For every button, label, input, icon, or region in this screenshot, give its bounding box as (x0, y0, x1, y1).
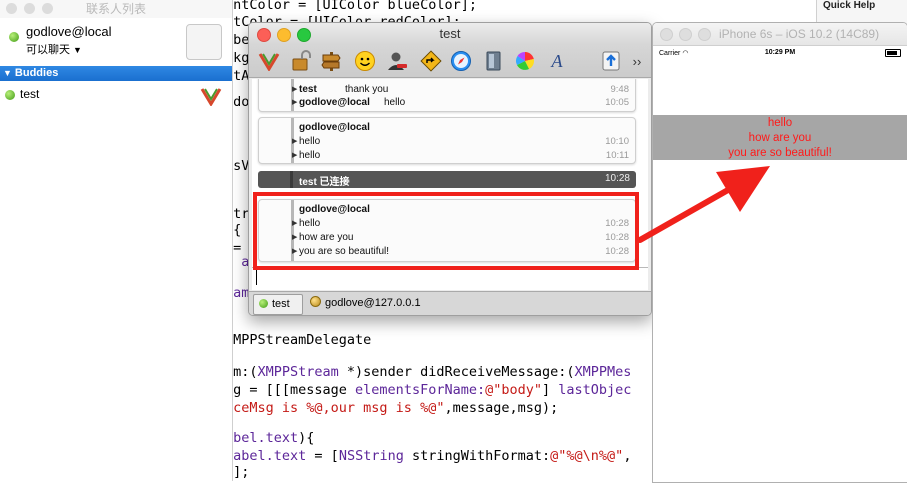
battery-icon (885, 49, 901, 57)
message-bubble: ▶ test thank you 9:48 ▶ godlove@local he… (258, 79, 636, 112)
minimize-button[interactable] (679, 28, 692, 41)
system-message-text: test 已连接 (299, 177, 350, 188)
code-line[interactable]: mbe (232, 31, 249, 49)
code-line[interactable]: intColor = [UIColor blueColor]; (232, 0, 477, 14)
simulator-titlebar[interactable]: iPhone 6s – iOS 10.2 (14C89) (653, 23, 907, 46)
window-close-button[interactable] (6, 3, 17, 14)
code-line[interactable]: sg = [[[message elementsForName:@"body"]… (232, 381, 631, 399)
available-status-icon (5, 90, 15, 100)
adium-logo-icon (200, 88, 222, 106)
font-icon[interactable]: A (545, 49, 569, 73)
message-text: hello (384, 97, 406, 108)
directions-icon[interactable] (419, 49, 443, 73)
block-user-icon[interactable] (385, 49, 409, 73)
message-text: hello (299, 150, 321, 161)
disclosure-triangle-icon: ▶ (292, 138, 298, 145)
code-line[interactable]: ckg (232, 49, 249, 67)
lock-icon[interactable] (289, 49, 313, 73)
chat-tab-bar: test godlove@127.0.0.1 (249, 291, 651, 315)
code-line[interactable]: ssV (232, 157, 249, 175)
avatar[interactable] (186, 24, 222, 60)
label-line: you are so beautiful! (728, 147, 832, 159)
code-line[interactable]: m a (232, 253, 249, 271)
highlight-rectangle (253, 192, 639, 270)
message-sender: godlove@local (299, 122, 370, 133)
account-status-selector[interactable]: 可以聊天 ▼ (26, 41, 82, 57)
code-line[interactable]: rceMsg is %@,our msg is %@",message,msg)… (232, 399, 558, 417)
chat-title: test (439, 26, 461, 41)
buddies-group-header[interactable]: ▼ Buddies (0, 66, 232, 81)
message-time: 9:48 (610, 84, 630, 95)
contact-list-window: 联系人列表 godlove@local 可以聊天 ▼ ▼ Buddies test (0, 0, 233, 481)
send-file-icon[interactable] (599, 49, 623, 73)
window-icon[interactable] (481, 49, 505, 73)
message-sender: test (299, 84, 317, 95)
message-time: 10:11 (605, 150, 629, 161)
code-line[interactable]: abel.text){ (232, 429, 314, 447)
message-time: 10:05 (605, 97, 629, 108)
disclosure-triangle-icon: ▶ (292, 99, 298, 106)
buddy-name: test (20, 87, 40, 101)
signpost-icon[interactable] (319, 49, 343, 73)
chat-bubble-icon (310, 296, 321, 307)
code-line[interactable]: xtA (232, 67, 249, 85)
code-line[interactable]: l]; (232, 463, 249, 481)
account-status-label: 可以聊天 (26, 44, 70, 56)
quick-help-title: Quick Help (823, 0, 876, 11)
disclosure-triangle-icon[interactable]: ▼ (3, 66, 12, 81)
text-cursor (256, 270, 257, 285)
message-time: 10:10 (605, 136, 629, 147)
system-message-time: 10:28 (604, 173, 630, 184)
close-button[interactable] (660, 28, 673, 41)
window-zoom-button[interactable] (42, 3, 53, 14)
tab-label: test (272, 298, 290, 310)
message-text: thank you (345, 84, 389, 95)
code-line[interactable]: ado (232, 93, 249, 111)
overflow-chevrons-icon[interactable]: ›› (625, 49, 649, 73)
message-text: hello (299, 136, 321, 147)
message-bubble: godlove@local ▶ hello 10:10 ▶ hello 10:1… (258, 117, 636, 164)
label-line: how are you (748, 132, 812, 144)
code-line[interactable]: eam (232, 284, 249, 302)
available-status-icon (259, 299, 268, 308)
ios-status-bar: Carrier ◠ 10:29 PM (653, 46, 907, 60)
ios-simulator-window: iPhone 6s – iOS 10.2 (14C89) Carrier ◠ 1… (652, 22, 907, 483)
label-line: hello (767, 117, 793, 129)
message-input[interactable] (252, 267, 648, 290)
group-label: Buddies (14, 67, 59, 79)
system-status-message: test 已连接 10:28 (258, 171, 636, 188)
simulator-title: iPhone 6s – iOS 10.2 (14C89) (719, 27, 880, 41)
disclosure-triangle-icon: ▶ (292, 152, 298, 159)
available-status-icon (9, 32, 19, 42)
code-line[interactable]: XMPPStreamDelegate (232, 331, 371, 349)
disclosure-triangle-icon: ▶ (292, 86, 298, 93)
chat-toolbar: A ›› (249, 45, 651, 78)
tab-label: godlove@127.0.0.1 (325, 297, 421, 309)
tab-godlove[interactable]: godlove@127.0.0.1 (305, 294, 445, 313)
code-line[interactable]: ){ (232, 221, 241, 239)
code-line[interactable]: Label.text = [NSString stringWithFormat:… (232, 447, 631, 465)
chat-window: test A ›› ▶ test thank you 9:48 ▶ godlov… (248, 22, 652, 316)
window-minimize-button[interactable] (24, 3, 35, 14)
tab-test[interactable]: test (253, 294, 303, 315)
adium-logo-icon[interactable] (257, 49, 281, 73)
message-label: hello how are you you are so beautiful! (653, 115, 907, 160)
safari-icon[interactable] (449, 49, 473, 73)
smiley-icon[interactable] (353, 49, 377, 73)
chevron-down-icon: ▼ (73, 45, 82, 55)
code-line[interactable]: am:(XMPPStream *)sender didReceiveMessag… (232, 363, 631, 381)
color-wheel-icon[interactable] (513, 49, 537, 73)
zoom-button[interactable] (698, 28, 711, 41)
status-time: 10:29 PM (764, 49, 796, 56)
buddy-row-test[interactable]: test (0, 84, 232, 106)
chat-titlebar[interactable]: test (249, 23, 651, 45)
message-sender: godlove@local (299, 97, 370, 108)
account-name[interactable]: godlove@local (26, 24, 111, 39)
